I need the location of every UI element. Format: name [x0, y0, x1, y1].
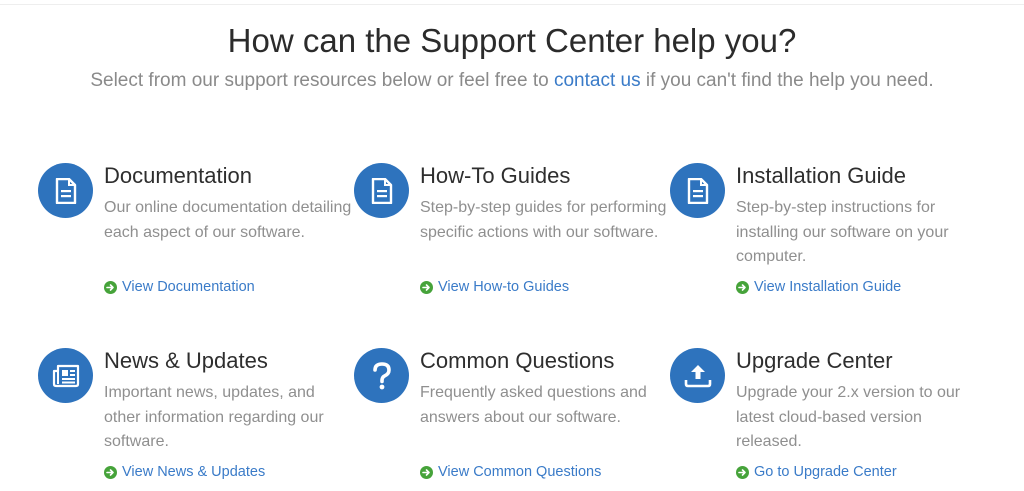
upload-icon: [670, 348, 725, 403]
card-description: Our online documentation detailing each …: [104, 199, 352, 241]
card-description: Step-by-step instructions for installing…: [736, 199, 949, 265]
view-documentation-link[interactable]: View Documentation: [104, 279, 255, 295]
contact-us-link[interactable]: contact us: [554, 70, 641, 91]
card-description: Step-by-step guides for performing speci…: [420, 199, 667, 241]
view-installation-guide-link[interactable]: View Installation Guide: [736, 279, 901, 295]
link-label: View Common Questions: [438, 464, 602, 480]
arrow-right-icon: [736, 280, 749, 294]
card-title: Installation Guide: [736, 163, 906, 188]
document-icon: [670, 163, 725, 218]
arrow-right-icon: [420, 280, 433, 294]
subtitle-text-after: if you can't find the help you need.: [645, 70, 934, 91]
card-title: Common Questions: [420, 348, 615, 373]
view-how-to-guides-link[interactable]: View How-to Guides: [420, 279, 569, 295]
link-label: View Documentation: [122, 279, 255, 295]
top-divider: [0, 4, 1024, 5]
go-to-upgrade-center-link[interactable]: Go to Upgrade Center: [736, 464, 897, 480]
question-icon: [354, 348, 409, 403]
link-label: View Installation Guide: [754, 279, 902, 295]
card-description: Upgrade your 2.x version to our latest c…: [736, 384, 961, 450]
arrow-right-icon: [420, 465, 433, 479]
card-title: News & Updates: [104, 348, 268, 373]
view-common-questions-link[interactable]: View Common Questions: [420, 464, 601, 480]
arrow-right-icon: [736, 465, 749, 479]
subtitle-text-before: Select from our support resources below …: [90, 70, 549, 91]
card-title: How-To Guides: [420, 163, 571, 188]
newspaper-icon: [38, 348, 93, 403]
card-title: Upgrade Center: [736, 348, 893, 373]
card-title: Documentation: [104, 163, 252, 188]
arrow-right-icon: [104, 465, 117, 479]
document-icon: [354, 163, 409, 218]
page-title: How can the Support Center help you?: [227, 22, 797, 59]
card-description: Frequently asked questions and answers a…: [420, 384, 647, 426]
link-label: View How-to Guides: [438, 279, 570, 295]
link-label: Go to Upgrade Center: [754, 464, 897, 480]
card-description: Important news, updates, and other infor…: [104, 384, 324, 450]
view-news-updates-link[interactable]: View News & Updates: [104, 464, 265, 480]
link-label: View News & Updates: [122, 464, 266, 480]
document-icon: [38, 163, 93, 218]
page-subtitle: Select from our support resources below …: [0, 70, 1024, 92]
arrow-right-icon: [104, 280, 117, 294]
